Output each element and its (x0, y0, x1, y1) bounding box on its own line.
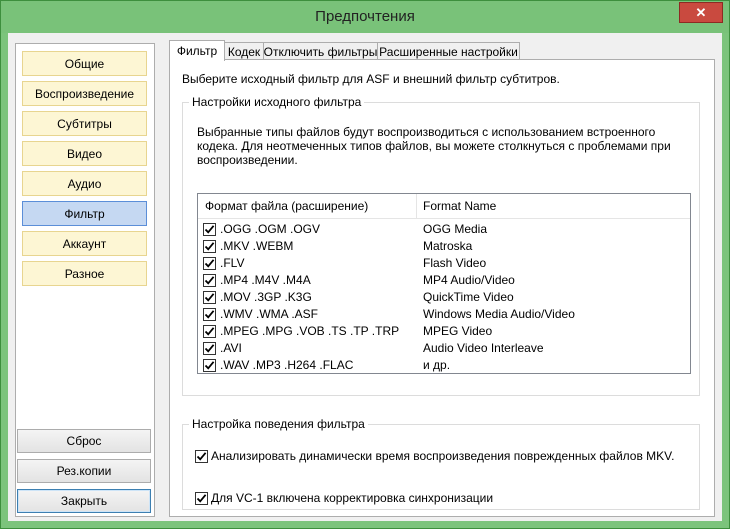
filter-behavior-group-title: Настройка поведения фильтра (189, 417, 368, 431)
format-list-header: Формат файла (расширение) Format Name (198, 194, 690, 219)
checkmark-icon (204, 259, 215, 268)
format-extensions: .WMV .WMA .ASF (220, 307, 318, 321)
intro-text: Выберите исходный фильтр для ASF и внешн… (182, 72, 560, 86)
format-extensions: .MOV .3GP .K3G (220, 290, 312, 304)
checkmark-icon (204, 327, 215, 336)
tab-advanced-settings[interactable]: Расширенные настройки (377, 42, 520, 60)
format-extensions: .WAV .MP3 .H264 .FLAC (220, 358, 354, 372)
close-window-button[interactable]: ✕ (679, 2, 723, 23)
reset-button[interactable]: Сброс (17, 429, 151, 453)
format-extensions: .MP4 .M4V .M4A (220, 273, 311, 287)
sidebar-item-subtitles[interactable]: Субтитры (22, 111, 147, 136)
checkmark-icon (204, 242, 215, 251)
format-name: MPEG Video (423, 324, 493, 338)
row-checkbox[interactable] (203, 223, 216, 236)
close-button[interactable]: Закрыть (17, 489, 151, 513)
format-name: и др. (423, 358, 451, 372)
list-item[interactable]: .OGG .OGM .OGV OGG Media (198, 221, 690, 238)
source-filter-group: Настройки исходного фильтра Выбранные ти… (182, 95, 700, 396)
checkmark-icon (204, 293, 215, 302)
checkbox[interactable] (195, 492, 208, 505)
source-filter-description: Выбранные типы файлов будут воспроизводи… (197, 125, 671, 167)
format-name: Matroska (423, 239, 473, 253)
sidebar-item-audio[interactable]: Аудио (22, 171, 147, 196)
sidebar-item-misc[interactable]: Разное (22, 261, 147, 286)
checkmark-icon (196, 494, 207, 503)
tab-codec[interactable]: Кодек (224, 42, 264, 60)
format-list[interactable]: Формат файла (расширение) Format Name .O… (197, 193, 691, 374)
preferences-window: Предпочтения ✕ Общие Воспроизведение Суб… (0, 0, 730, 529)
checkmark-icon (204, 276, 215, 285)
tab-filter[interactable]: Фильтр (169, 40, 225, 61)
list-item[interactable]: .WMV .WMA .ASF Windows Media Audio/Video (198, 306, 690, 323)
sidebar-item-playback[interactable]: Воспроизведение (22, 81, 147, 106)
checkmark-icon (204, 310, 215, 319)
row-checkbox[interactable] (203, 240, 216, 253)
row-checkbox[interactable] (203, 257, 216, 270)
checkmark-icon (196, 452, 207, 461)
format-extensions: .FLV (220, 256, 245, 270)
tab-disable-filters[interactable]: Отключить фильтры (263, 42, 378, 60)
list-item[interactable]: .MKV .WEBM Matroska (198, 238, 690, 255)
format-extensions: .OGG .OGM .OGV (220, 222, 321, 236)
filter-tab-page: Выберите исходный фильтр для ASF и внешн… (169, 59, 715, 517)
row-checkbox[interactable] (203, 274, 216, 287)
checkmark-icon (204, 361, 215, 370)
row-checkbox[interactable] (203, 308, 216, 321)
format-name: QuickTime Video (423, 290, 514, 304)
list-item[interactable]: .MOV .3GP .K3G QuickTime Video (198, 289, 690, 306)
column-header-format[interactable]: Формат файла (расширение) (198, 194, 417, 218)
title-bar[interactable]: Предпочтения ✕ (1, 1, 729, 33)
filter-behavior-group: Настройка поведения фильтра Анализироват… (182, 417, 700, 510)
dialog-body: Общие Воспроизведение Субтитры Видео Ауд… (8, 33, 722, 521)
close-icon: ✕ (695, 4, 707, 20)
checkmark-icon (204, 225, 215, 234)
format-name: Flash Video (423, 256, 487, 270)
format-name: MP4 Audio/Video (423, 273, 515, 287)
source-filter-group-title: Настройки исходного фильтра (189, 95, 365, 109)
list-item[interactable]: .MPEG .MPG .VOB .TS .TP .TRP MPEG Video (198, 323, 690, 340)
row-checkbox[interactable] (203, 359, 216, 372)
format-extensions: .AVI (220, 341, 242, 355)
format-extensions: .MKV .WEBM (220, 239, 294, 253)
list-item[interactable]: .WAV .MP3 .H264 .FLAC и др. (198, 357, 690, 373)
checkmark-icon (204, 344, 215, 353)
column-header-name[interactable]: Format Name (423, 194, 496, 218)
row-checkbox[interactable] (203, 291, 216, 304)
format-name: Windows Media Audio/Video (423, 307, 575, 321)
sidebar-item-general[interactable]: Общие (22, 51, 147, 76)
sidebar-item-account[interactable]: Аккаунт (22, 231, 147, 256)
list-item[interactable]: .AVI Audio Video Interleave (198, 340, 690, 357)
backup-button[interactable]: Рез.копии (17, 459, 151, 483)
window-title: Предпочтения (315, 8, 415, 25)
row-checkbox[interactable] (203, 342, 216, 355)
option-label: Для VC-1 включена корректировка синхрони… (211, 491, 494, 505)
format-extensions: .MPEG .MPG .VOB .TS .TP .TRP (220, 324, 400, 338)
checkbox[interactable] (195, 450, 208, 463)
option-label: Анализировать динамически время воспроиз… (211, 449, 675, 463)
sidebar-item-filter[interactable]: Фильтр (22, 201, 147, 226)
format-name: Audio Video Interleave (423, 341, 544, 355)
row-checkbox[interactable] (203, 325, 216, 338)
format-name: OGG Media (423, 222, 488, 236)
list-item[interactable]: .MP4 .M4V .M4A MP4 Audio/Video (198, 272, 690, 289)
sidebar-item-video[interactable]: Видео (22, 141, 147, 166)
list-item[interactable]: .FLV Flash Video (198, 255, 690, 272)
